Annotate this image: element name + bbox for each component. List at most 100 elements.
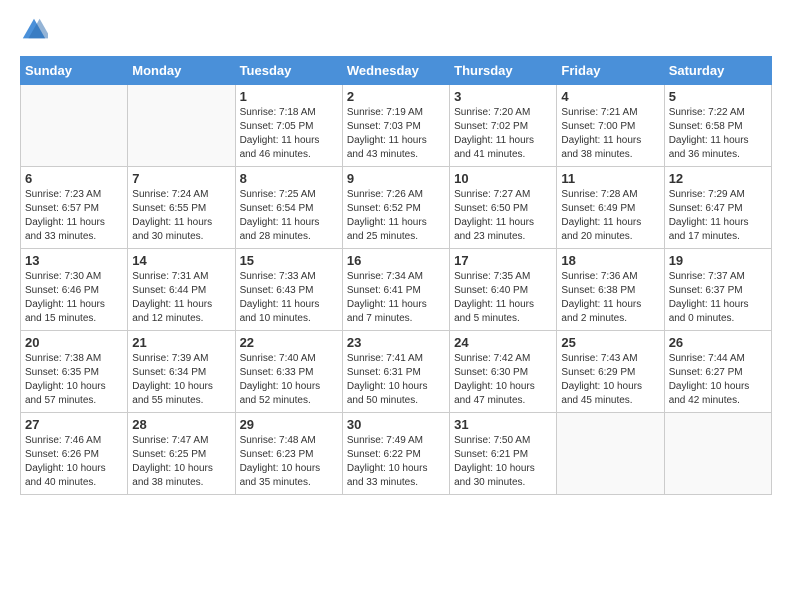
header-thursday: Thursday xyxy=(450,57,557,85)
day-info: Sunrise: 7:18 AM Sunset: 7:05 PM Dayligh… xyxy=(240,106,338,162)
day-info: Sunrise: 7:36 AM Sunset: 6:38 PM Dayligh… xyxy=(561,270,659,326)
calendar-cell: 29 Sunrise: 7:48 AM Sunset: 6:23 PM Dayli… xyxy=(235,413,342,495)
calendar-cell: 27 Sunrise: 7:46 AM Sunset: 6:26 PM Dayli… xyxy=(21,413,128,495)
day-number: 3 xyxy=(454,89,552,104)
day-info: Sunrise: 7:48 AM Sunset: 6:23 PM Dayligh… xyxy=(240,434,338,490)
day-number: 5 xyxy=(669,89,767,104)
day-info: Sunrise: 7:44 AM Sunset: 6:27 PM Dayligh… xyxy=(669,352,767,408)
calendar-cell: 6Sunrise: 7:23 AM Sunset: 6:57 PM Daylig… xyxy=(21,167,128,249)
calendar-cell: 4 Sunrise: 7:21 AM Sunset: 7:00 PM Daylig… xyxy=(557,85,664,167)
day-number: 16 xyxy=(347,253,445,268)
calendar-cell: 20 Sunrise: 7:38 AM Sunset: 6:35 PM Dayli… xyxy=(21,331,128,413)
day-number: 25 xyxy=(561,335,659,350)
calendar-cell: 10 Sunrise: 7:27 AM Sunset: 6:50 PM Dayli… xyxy=(450,167,557,249)
day-number: 1 xyxy=(240,89,338,104)
calendar-cell: 7 Sunrise: 7:24 AM Sunset: 6:55 PM Daylig… xyxy=(128,167,235,249)
day-number: 7 xyxy=(132,171,230,186)
day-number: 12 xyxy=(669,171,767,186)
calendar-cell: 5 Sunrise: 7:22 AM Sunset: 6:58 PM Daylig… xyxy=(664,85,771,167)
logo-icon xyxy=(20,16,48,44)
calendar-cell xyxy=(21,85,128,167)
calendar-cell: 11Sunrise: 7:28 AM Sunset: 6:49 PM Dayli… xyxy=(557,167,664,249)
day-number: 26 xyxy=(669,335,767,350)
week-row-3: 13Sunrise: 7:30 AM Sunset: 6:46 PM Dayli… xyxy=(21,249,772,331)
calendar-cell: 25 Sunrise: 7:43 AM Sunset: 6:29 PM Dayli… xyxy=(557,331,664,413)
day-info: Sunrise: 7:40 AM Sunset: 6:33 PM Dayligh… xyxy=(240,352,338,408)
day-number: 30 xyxy=(347,417,445,432)
calendar-cell: 13Sunrise: 7:30 AM Sunset: 6:46 PM Dayli… xyxy=(21,249,128,331)
day-number: 9 xyxy=(347,171,445,186)
day-info: Sunrise: 7:42 AM Sunset: 6:30 PM Dayligh… xyxy=(454,352,552,408)
header-sunday: Sunday xyxy=(21,57,128,85)
day-info: Sunrise: 7:24 AM Sunset: 6:55 PM Dayligh… xyxy=(132,188,230,244)
header-friday: Friday xyxy=(557,57,664,85)
day-number: 11 xyxy=(561,171,659,186)
day-info: Sunrise: 7:33 AM Sunset: 6:43 PM Dayligh… xyxy=(240,270,338,326)
day-number: 21 xyxy=(132,335,230,350)
day-info: Sunrise: 7:37 AM Sunset: 6:37 PM Dayligh… xyxy=(669,270,767,326)
day-info: Sunrise: 7:19 AM Sunset: 7:03 PM Dayligh… xyxy=(347,106,445,162)
day-number: 4 xyxy=(561,89,659,104)
calendar-cell: 17 Sunrise: 7:35 AM Sunset: 6:40 PM Dayli… xyxy=(450,249,557,331)
day-info: Sunrise: 7:22 AM Sunset: 6:58 PM Dayligh… xyxy=(669,106,767,162)
calendar-cell: 23 Sunrise: 7:41 AM Sunset: 6:31 PM Dayli… xyxy=(342,331,449,413)
header-saturday: Saturday xyxy=(664,57,771,85)
calendar-cell: 28Sunrise: 7:47 AM Sunset: 6:25 PM Dayli… xyxy=(128,413,235,495)
calendar-cell: 12 Sunrise: 7:29 AM Sunset: 6:47 PM Dayli… xyxy=(664,167,771,249)
calendar-cell: 31 Sunrise: 7:50 AM Sunset: 6:21 PM Dayli… xyxy=(450,413,557,495)
calendar-cell: 22 Sunrise: 7:40 AM Sunset: 6:33 PM Dayli… xyxy=(235,331,342,413)
calendar-cell: 1 Sunrise: 7:18 AM Sunset: 7:05 PM Daylig… xyxy=(235,85,342,167)
calendar-cell: 3 Sunrise: 7:20 AM Sunset: 7:02 PM Daylig… xyxy=(450,85,557,167)
day-info: Sunrise: 7:43 AM Sunset: 6:29 PM Dayligh… xyxy=(561,352,659,408)
calendar-table: SundayMondayTuesdayWednesdayThursdayFrid… xyxy=(20,56,772,495)
calendar-cell xyxy=(664,413,771,495)
day-info: Sunrise: 7:39 AM Sunset: 6:34 PM Dayligh… xyxy=(132,352,230,408)
day-info: Sunrise: 7:25 AM Sunset: 6:54 PM Dayligh… xyxy=(240,188,338,244)
day-info: Sunrise: 7:38 AM Sunset: 6:35 PM Dayligh… xyxy=(25,352,123,408)
day-info: Sunrise: 7:31 AM Sunset: 6:44 PM Dayligh… xyxy=(132,270,230,326)
week-row-1: 1 Sunrise: 7:18 AM Sunset: 7:05 PM Daylig… xyxy=(21,85,772,167)
calendar-cell: 16 Sunrise: 7:34 AM Sunset: 6:41 PM Dayli… xyxy=(342,249,449,331)
calendar-cell: 15Sunrise: 7:33 AM Sunset: 6:43 PM Dayli… xyxy=(235,249,342,331)
day-number: 20 xyxy=(25,335,123,350)
day-info: Sunrise: 7:35 AM Sunset: 6:40 PM Dayligh… xyxy=(454,270,552,326)
calendar-cell: 8 Sunrise: 7:25 AM Sunset: 6:54 PM Daylig… xyxy=(235,167,342,249)
calendar-cell xyxy=(557,413,664,495)
calendar-cell: 21 Sunrise: 7:39 AM Sunset: 6:34 PM Dayli… xyxy=(128,331,235,413)
calendar-cell: 30 Sunrise: 7:49 AM Sunset: 6:22 PM Dayli… xyxy=(342,413,449,495)
week-row-4: 20 Sunrise: 7:38 AM Sunset: 6:35 PM Dayli… xyxy=(21,331,772,413)
day-number: 10 xyxy=(454,171,552,186)
calendar-cell: 26 Sunrise: 7:44 AM Sunset: 6:27 PM Dayli… xyxy=(664,331,771,413)
day-info: Sunrise: 7:21 AM Sunset: 7:00 PM Dayligh… xyxy=(561,106,659,162)
calendar-cell: 14Sunrise: 7:31 AM Sunset: 6:44 PM Dayli… xyxy=(128,249,235,331)
day-number: 27 xyxy=(25,417,123,432)
day-info: Sunrise: 7:20 AM Sunset: 7:02 PM Dayligh… xyxy=(454,106,552,162)
day-number: 22 xyxy=(240,335,338,350)
day-number: 17 xyxy=(454,253,552,268)
day-info: Sunrise: 7:29 AM Sunset: 6:47 PM Dayligh… xyxy=(669,188,767,244)
week-row-2: 6Sunrise: 7:23 AM Sunset: 6:57 PM Daylig… xyxy=(21,167,772,249)
day-number: 23 xyxy=(347,335,445,350)
logo xyxy=(20,16,52,44)
day-info: Sunrise: 7:50 AM Sunset: 6:21 PM Dayligh… xyxy=(454,434,552,490)
day-number: 13 xyxy=(25,253,123,268)
page-header xyxy=(20,16,772,44)
calendar-cell: 19 Sunrise: 7:37 AM Sunset: 6:37 PM Dayli… xyxy=(664,249,771,331)
calendar-cell xyxy=(128,85,235,167)
day-number: 8 xyxy=(240,171,338,186)
day-info: Sunrise: 7:41 AM Sunset: 6:31 PM Dayligh… xyxy=(347,352,445,408)
day-info: Sunrise: 7:27 AM Sunset: 6:50 PM Dayligh… xyxy=(454,188,552,244)
day-number: 18 xyxy=(561,253,659,268)
calendar-cell: 9 Sunrise: 7:26 AM Sunset: 6:52 PM Daylig… xyxy=(342,167,449,249)
day-info: Sunrise: 7:34 AM Sunset: 6:41 PM Dayligh… xyxy=(347,270,445,326)
day-info: Sunrise: 7:49 AM Sunset: 6:22 PM Dayligh… xyxy=(347,434,445,490)
calendar-cell: 24Sunrise: 7:42 AM Sunset: 6:30 PM Dayli… xyxy=(450,331,557,413)
day-number: 19 xyxy=(669,253,767,268)
day-info: Sunrise: 7:26 AM Sunset: 6:52 PM Dayligh… xyxy=(347,188,445,244)
day-number: 29 xyxy=(240,417,338,432)
week-row-5: 27 Sunrise: 7:46 AM Sunset: 6:26 PM Dayli… xyxy=(21,413,772,495)
day-number: 28 xyxy=(132,417,230,432)
day-number: 6 xyxy=(25,171,123,186)
day-info: Sunrise: 7:46 AM Sunset: 6:26 PM Dayligh… xyxy=(25,434,123,490)
day-number: 31 xyxy=(454,417,552,432)
